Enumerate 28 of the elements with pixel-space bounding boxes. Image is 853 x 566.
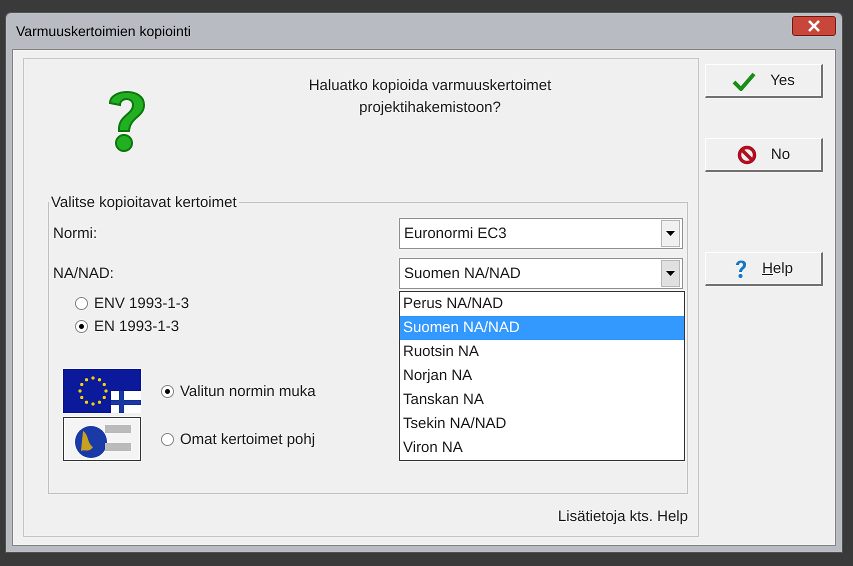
dropdown-option[interactable]: Perus NA/NAD: [400, 292, 684, 316]
field-label: NA/NAD:: [53, 264, 114, 282]
no-button[interactable]: No: [705, 138, 823, 172]
help-icon: [734, 258, 748, 278]
radio-option[interactable]: Valitun normin muka: [161, 382, 316, 400]
caret-icon: [666, 270, 675, 276]
field-label: Normi:: [53, 224, 98, 242]
group-title: Valitse kopioitavat kertoimet: [50, 194, 238, 211]
dropdown-option[interactable]: Norjan NA: [400, 364, 684, 388]
prohibited-icon: [736, 144, 757, 164]
radio-option[interactable]: EN 1993-1-3: [75, 318, 180, 335]
radio-option[interactable]: ENV 1993-1-3: [75, 295, 190, 312]
footer-text: Lisätietoja kts. Help: [556, 508, 688, 525]
yes-button[interactable]: Yes: [705, 64, 823, 98]
dropdown-field[interactable]: Euronormi EC3: [399, 218, 683, 248]
dropdown-option[interactable]: Viron NA: [400, 436, 684, 460]
help-button[interactable]: Help: [705, 252, 823, 286]
close-icon: [807, 20, 821, 32]
dropdown-option[interactable]: Tsekin NA/NAD: [400, 412, 684, 436]
dropdown-option[interactable]: Tanskan NA: [400, 388, 684, 412]
question-text: Haluatko kopioida varmuuskertoimet projektihakemistoon?: [308, 76, 552, 118]
radio-option[interactable]: Omat kertoimet pohj: [161, 430, 316, 448]
caret-icon: [666, 230, 675, 236]
checkmark-icon: [732, 70, 756, 90]
close-button[interactable]: [792, 16, 836, 36]
flag-icon: [63, 369, 141, 413]
dropdown-option[interactable]: Ruotsin NA: [400, 340, 684, 364]
window-title: Varmuuskertoimien kopiointi: [16, 23, 191, 39]
